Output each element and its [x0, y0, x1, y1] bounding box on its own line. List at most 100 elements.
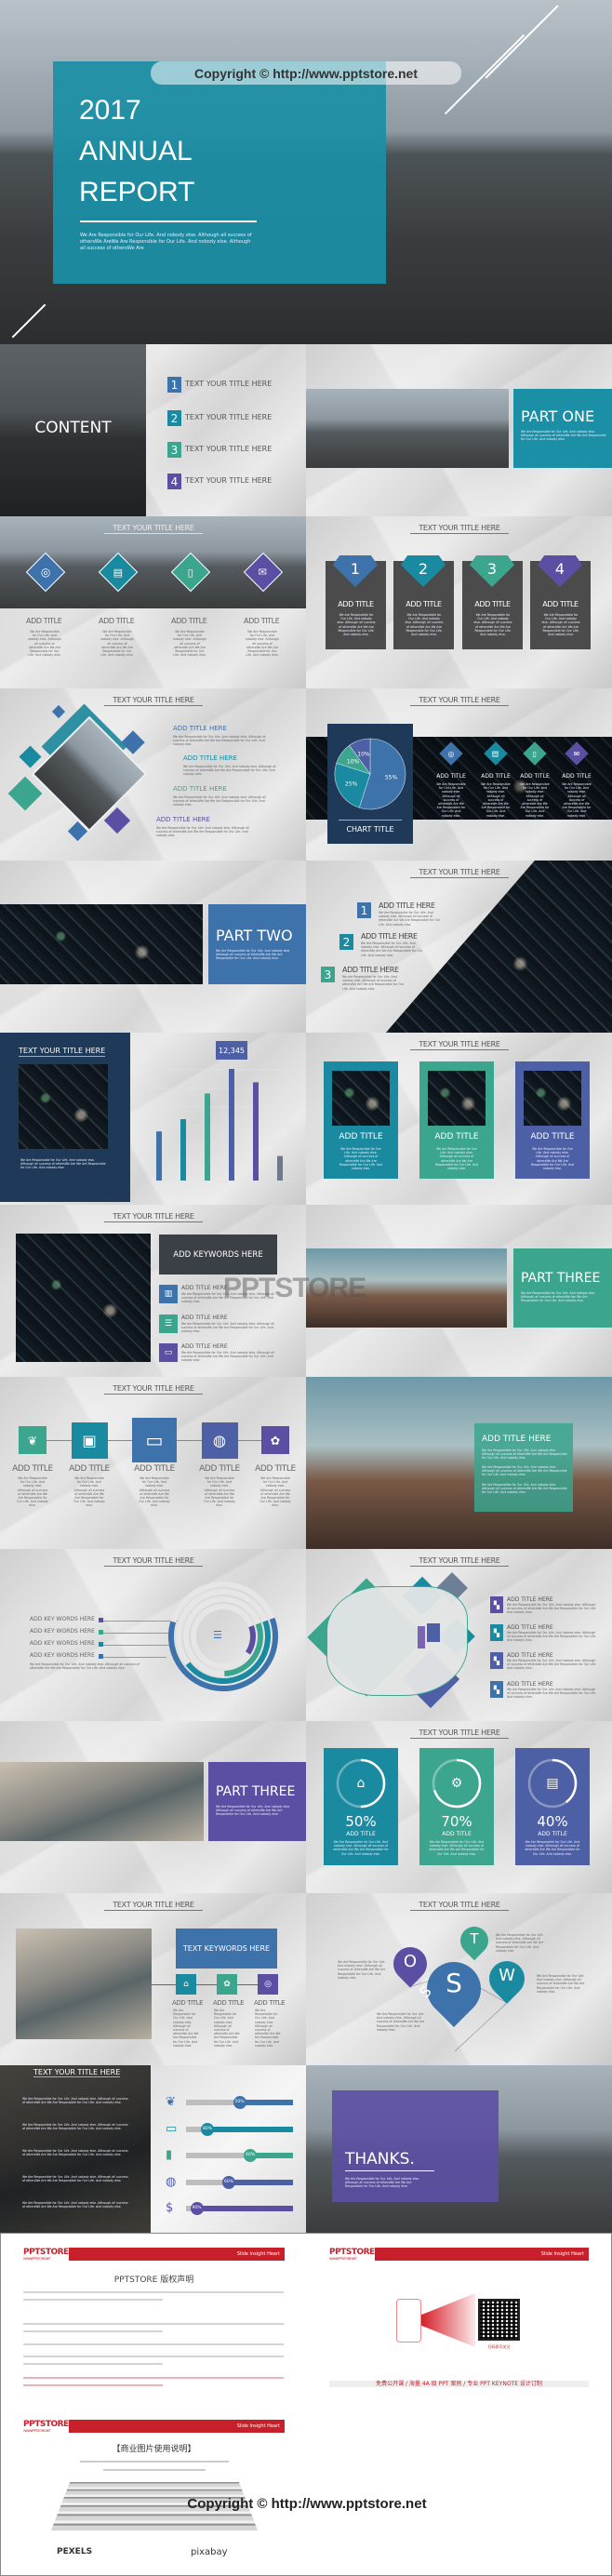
photo-card: ADD TITLE We Are Responsible for Our Lif… — [324, 1061, 398, 1179]
stat-card: ⚙ 70% ADD TITLE We Are Responsible for O… — [419, 1748, 494, 1865]
photo — [19, 1064, 108, 1149]
content-item-1[interactable]: TEXT YOUR TITLE HERE — [185, 380, 272, 388]
cover-description: We Are Responsible for Our Life. And nob… — [80, 233, 252, 251]
price-tag-icon: ⌂ — [176, 1974, 196, 1995]
globe-icon: ◍ — [201, 1421, 238, 1459]
pptstore-logo: PPTSTORE — [23, 2248, 69, 2257]
photo — [16, 1929, 152, 2039]
keywords-box: ADD KEYWORDS HERE — [159, 1235, 277, 1275]
province-icon: ▚ — [490, 1596, 503, 1613]
swot-s-label: S — [446, 1968, 462, 1998]
slide-part-three-b: PART THREE We Are Responsible for Our Li… — [0, 1721, 306, 1893]
slide-text-keywords: TEXT YOUR TITLE HERE TEXT KEYWORDS HERE … — [0, 1893, 306, 2065]
slide-number-cards: TEXT YOUR TITLE HERE ADD TITLE We Are Re… — [306, 516, 612, 688]
content-item-4[interactable]: TEXT YOUR TITLE HERE — [185, 476, 272, 485]
copyright-watermark: Copyright © http://www.pptstore.net — [151, 61, 461, 85]
swot-o-label: O — [403, 1952, 418, 1971]
bar — [205, 1093, 210, 1181]
progress-knob: 50% — [233, 2096, 246, 2109]
ring-chart — [168, 1582, 278, 1691]
keyword-item: ADD KEY WORDS HERE — [30, 1628, 95, 1635]
cover-year: 2017 — [79, 95, 141, 126]
province-icon: ▚ — [490, 1652, 503, 1669]
progress-knob: 40% — [244, 2149, 257, 2162]
text-line — [23, 2363, 163, 2365]
pie-label: 10% — [347, 759, 360, 766]
province-icon: ▚ — [490, 1681, 503, 1698]
content-item-3[interactable]: TEXT YOUR TITLE HERE — [185, 445, 272, 453]
copyright-watermark-bottom: Copyright © http://www.pptstore.net — [187, 2496, 427, 2512]
slide-pie-chart: TEXT YOUR TITLE HERE 55% 25% 10% 10% CHART … — [306, 688, 612, 861]
slide-diamond-icons: TEXT YOUR TITLE HERE ◎ ▤ ▯ ✉ ADD TITLE A… — [0, 516, 306, 688]
bar — [229, 1069, 234, 1181]
leaf-icon: ❦ — [19, 1426, 47, 1454]
laptop-icon: ▭ — [132, 1418, 177, 1462]
suitcase-dollar-icon: $ — [166, 2201, 174, 2215]
part-heading: PART TWO — [216, 927, 293, 944]
slide-content: CONTENT 1 TEXT YOUR TITLE HERE 2 TEXT YO… — [0, 344, 306, 516]
slide-part-two: PART TWO We Are Responsible for Our Life… — [0, 861, 306, 1033]
slide-part-one: PART ONE We Are Responsible for Our Life… — [306, 344, 612, 516]
content-heading: CONTENT — [34, 419, 112, 437]
text-line — [23, 2291, 284, 2293]
photo — [0, 904, 203, 984]
photo — [428, 1071, 486, 1126]
bar — [156, 1131, 162, 1181]
content-item-2[interactable]: TEXT YOUR TITLE HERE — [185, 413, 272, 421]
photo — [0, 1762, 204, 1841]
slide-thanks: THANKS. We Are Responsible for Our Life.… — [306, 2065, 612, 2237]
chart-card: 55% 25% 10% 10% CHART TITLE — [327, 724, 413, 844]
bar — [253, 1082, 259, 1181]
slide-progress: TEXT YOUR TITLE HERE We Are Responsible … — [0, 2065, 306, 2237]
list-icon: ☰ — [213, 1629, 222, 1641]
stat-card: ▤ 40% ADD TITLE We Are Responsible for O… — [515, 1748, 590, 1865]
monitor-chart-icon: ▤ — [546, 1776, 559, 1791]
pie-label: 25% — [345, 781, 358, 787]
book-icon: ▥ — [159, 1285, 178, 1303]
pexels-logo: PEXELS — [57, 2547, 93, 2556]
keyword-item: ADD KEY WORDS HERE — [30, 1640, 95, 1647]
copyright-title: PPTSTORE 版权声明 — [113, 2276, 194, 2285]
photo-card: ADD TITLE We Are Responsible for Our Lif… — [515, 1061, 590, 1179]
text-line — [23, 2377, 284, 2379]
part-heading: PART THREE — [521, 1271, 601, 1286]
list-icon: ☰ — [159, 1315, 178, 1333]
cover-title-line2: REPORT — [79, 177, 195, 207]
leaf-icon: ❦ — [166, 2095, 176, 2109]
chart-title: CHART TITLE — [346, 825, 394, 834]
progress-fill — [229, 2179, 293, 2185]
photo — [306, 389, 509, 468]
photo — [16, 1234, 151, 1362]
footer-panel: PPTSTORE WWW.PPTSTORE.NET Slide Insight H… — [0, 2233, 612, 2576]
cover-slide: 2017 ANNUAL REPORT We Are Responsible fo… — [0, 0, 612, 344]
progress-fill — [207, 2126, 293, 2132]
settings-document-icon: ⚙ — [450, 1776, 463, 1791]
progress-fill — [196, 2206, 293, 2211]
keyword-item: ADD KEY WORDS HERE — [30, 1616, 95, 1622]
backpack-icon: ▮ — [166, 2148, 173, 2162]
text-line — [23, 2356, 284, 2357]
progress-knob: 90% — [190, 2202, 204, 2215]
photo-card: ADD TITLE We Are Responsible for Our Lif… — [419, 1061, 494, 1179]
pie-label: 55% — [385, 775, 398, 781]
qr-code — [478, 2299, 520, 2341]
cover-title-box: 2017 ANNUAL REPORT We Are Responsible fo… — [53, 61, 386, 284]
slide-bar-chart: TEXT YOUR TITLE HERE We Are Responsible … — [0, 1033, 306, 1205]
photo — [332, 1071, 390, 1126]
pixabay-logo: pixabay — [191, 2547, 228, 2557]
slide-diamond-photo: TEXT YOUR TITLE HERE ADD TITLE HERE We A… — [0, 688, 306, 861]
thanks-heading: THANKS. — [345, 2150, 415, 2169]
progress-knob: 60% — [222, 2175, 235, 2189]
keyword-item: ADD KEY WORDS HERE — [30, 1652, 95, 1659]
text-line — [23, 2384, 163, 2386]
data-label: 12,345 — [219, 1047, 245, 1055]
palette-icon: ✿ — [261, 1426, 289, 1454]
swot-w-label: W — [499, 1966, 515, 1985]
part-heading: PART ONE — [521, 407, 595, 425]
text-line — [23, 2299, 163, 2301]
bar — [277, 1155, 283, 1181]
photo — [524, 1071, 581, 1126]
slide-stat-cards: TEXT YOUR TITLE HERE ⌂ 50% ADD TITLE We … — [306, 1721, 612, 1893]
slide-ring-chart: TEXT YOUR TITLE HERE ADD KEY WORDS HERE … — [0, 1549, 306, 1721]
pie-label: 10% — [357, 751, 370, 757]
